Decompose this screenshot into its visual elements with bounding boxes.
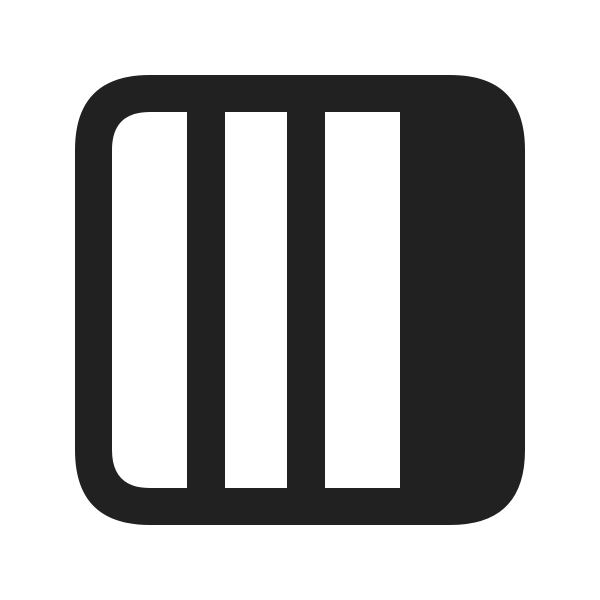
- icon-frame: [75, 75, 525, 525]
- column-layout-icon: [75, 75, 525, 525]
- icon-canvas: [0, 0, 600, 600]
